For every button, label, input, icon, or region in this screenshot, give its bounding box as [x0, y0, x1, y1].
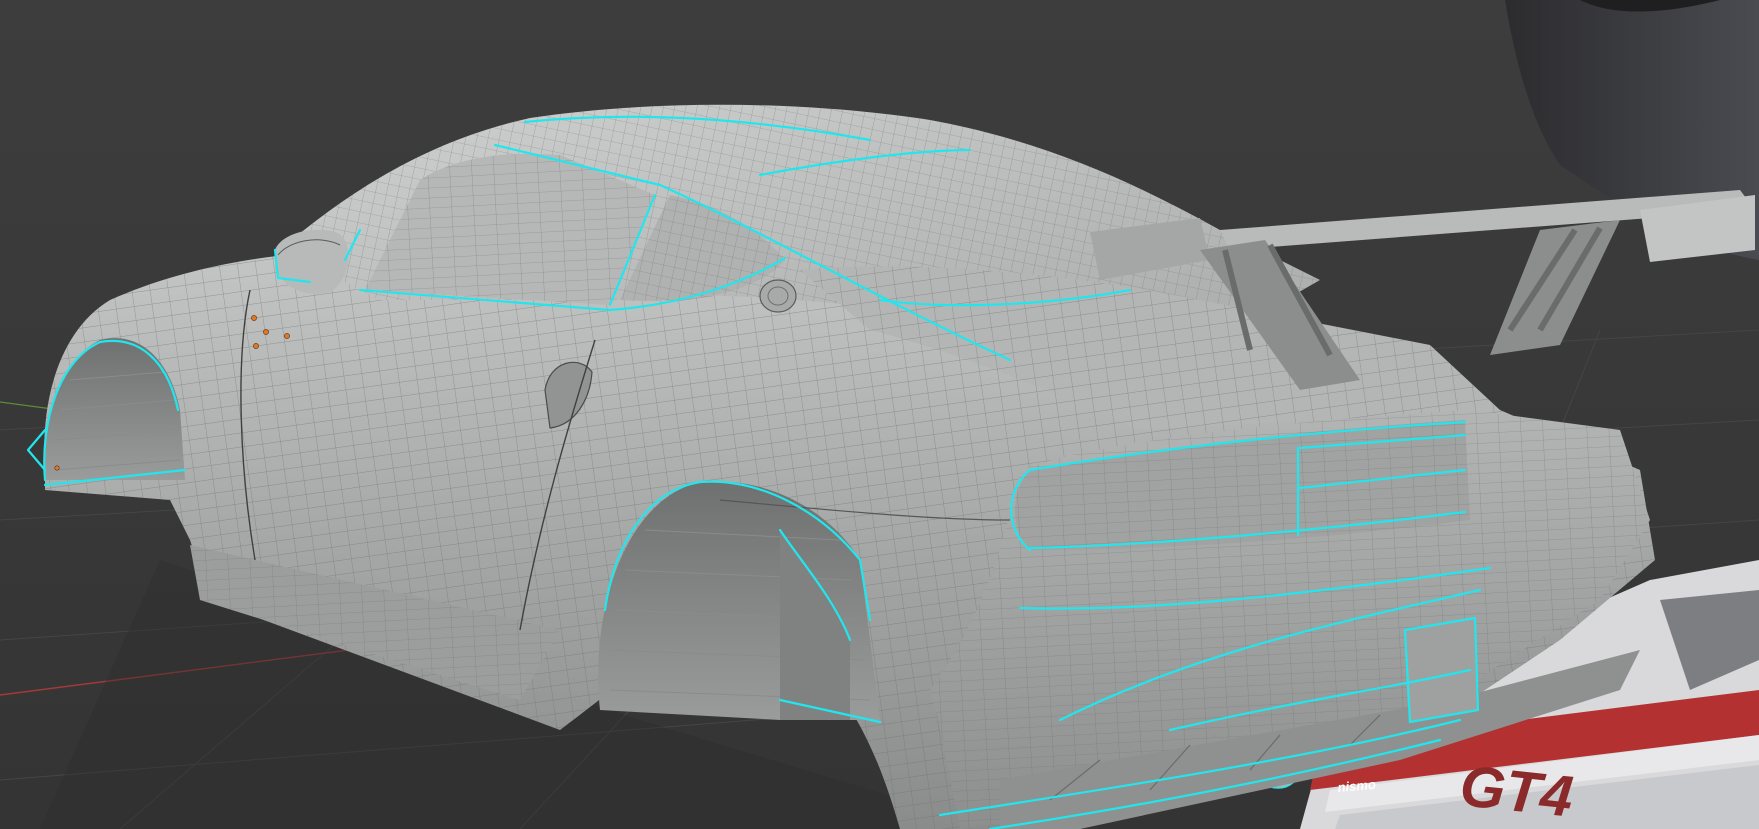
vertex-3[interactable]	[284, 333, 290, 339]
vertex-4[interactable]	[253, 343, 259, 349]
vertex-2[interactable]	[263, 329, 269, 335]
reference-badge-text: GT4	[1457, 753, 1576, 829]
vertex-5[interactable]	[54, 465, 60, 471]
3d-viewport[interactable]: GT4 nismo	[0, 0, 1759, 829]
vertex-1[interactable]	[251, 315, 257, 321]
viewport-canvas[interactable]: GT4 nismo	[0, 0, 1759, 829]
fuel-cap[interactable]	[759, 279, 797, 313]
